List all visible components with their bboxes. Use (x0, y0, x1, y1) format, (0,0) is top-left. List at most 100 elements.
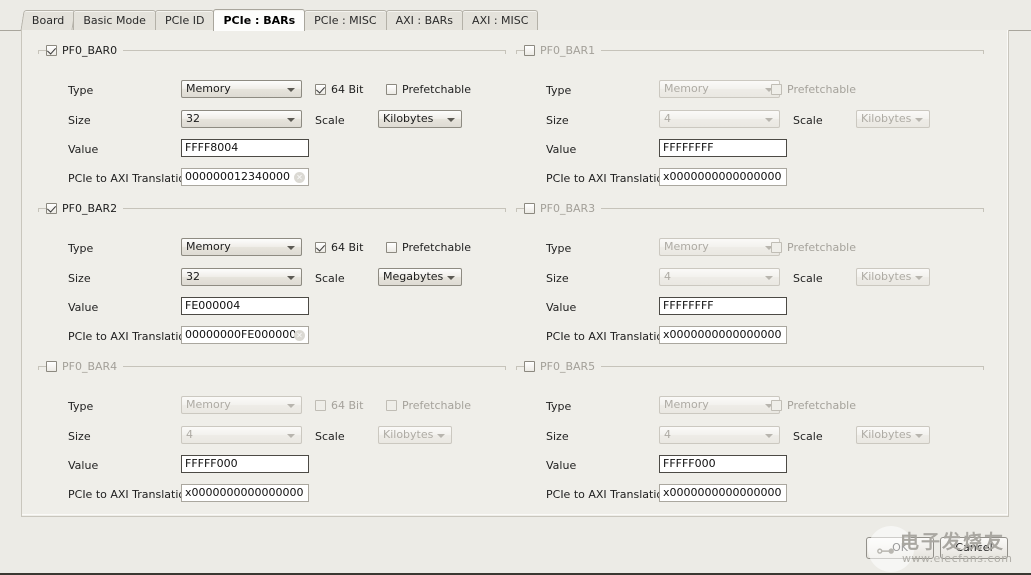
prefetchable-checkbox[interactable] (386, 84, 397, 95)
bit64-label: 64 Bit (331, 399, 364, 412)
bit64-checkbox[interactable] (315, 400, 326, 411)
scale-combobox[interactable]: Megabytes (378, 268, 462, 286)
type-combobox[interactable]: Memory (659, 80, 780, 98)
bar-enable-row[interactable]: PF0_BAR3 (524, 201, 602, 216)
size-combobox[interactable]: 4 (659, 268, 780, 286)
prefetchable-checkbox-row[interactable]: Prefetchable (771, 241, 856, 254)
bar-enable-checkbox[interactable] (524, 361, 535, 372)
bar-enable-row[interactable]: PF0_BAR5 (524, 359, 602, 374)
size-combobox[interactable]: 4 (659, 426, 780, 444)
bar-enable-checkbox[interactable] (46, 45, 57, 56)
bit64-checkbox[interactable] (315, 84, 326, 95)
chevron-down-icon (915, 434, 923, 438)
chevron-down-icon (287, 276, 295, 280)
value-input-text: FFFF8004 (185, 141, 239, 154)
bar-title-label: PF0_BAR0 (62, 44, 118, 57)
prefetchable-checkbox-row[interactable]: Prefetchable (771, 83, 856, 96)
bar-title-label: PF0_BAR4 (62, 360, 118, 373)
value-input[interactable]: FFFFF000 (181, 455, 309, 473)
type-combobox[interactable]: Memory (181, 238, 302, 256)
scale-combobox[interactable]: Kilobytes (378, 110, 462, 128)
tab-axi-bars[interactable]: AXI : BARs (385, 10, 464, 31)
bar-enable-checkbox[interactable] (524, 45, 535, 56)
translation-input[interactable]: 000000012340000 ✕ (181, 168, 309, 186)
prefetchable-checkbox-row[interactable]: Prefetchable (386, 83, 471, 96)
scale-combobox[interactable]: Kilobytes (856, 426, 930, 444)
prefetchable-label: Prefetchable (402, 241, 472, 254)
translation-label: PCIe to AXI Translation (546, 330, 671, 343)
value-label: Value (68, 459, 99, 472)
tab-basic-mode[interactable]: Basic Mode (73, 10, 156, 31)
size-label: Size (546, 114, 569, 127)
prefetchable-checkbox[interactable] (771, 400, 782, 411)
prefetchable-checkbox-row[interactable]: Prefetchable (386, 399, 471, 412)
tab-strip: Board Basic Mode PCIe ID PCIe : BARs PCI… (0, 0, 1031, 32)
group-border-tick-left (516, 208, 517, 212)
type-combobox-value: Memory (664, 82, 709, 95)
tab-board[interactable]: Board (20, 10, 77, 31)
size-combobox[interactable]: 32 (181, 110, 302, 128)
type-combobox[interactable]: Memory (659, 396, 780, 414)
prefetchable-checkbox-row[interactable]: Prefetchable (386, 241, 471, 254)
translation-input[interactable]: x0000000000000000 (659, 168, 787, 186)
translation-input[interactable]: x0000000000000000 (181, 484, 309, 502)
translation-input[interactable]: x0000000000000000 (659, 326, 787, 344)
clear-icon[interactable]: ✕ (294, 330, 305, 341)
prefetchable-checkbox[interactable] (771, 242, 782, 253)
bar-enable-row[interactable]: PF0_BAR4 (46, 359, 124, 374)
clear-icon[interactable]: ✕ (294, 172, 305, 183)
value-input[interactable]: FFFFFFFF (659, 139, 787, 157)
size-combobox[interactable]: 32 (181, 268, 302, 286)
value-input[interactable]: FFFFFFFF (659, 297, 787, 315)
type-label: Type (68, 84, 94, 97)
value-label: Value (68, 301, 99, 314)
cancel-button[interactable]: Cancel (940, 537, 1008, 559)
translation-input[interactable]: 00000000FE000000 ✕ (181, 326, 309, 344)
size-combobox[interactable]: 4 (181, 426, 302, 444)
bit64-checkbox-row[interactable]: 64 Bit (315, 241, 363, 254)
tab-pcie-misc[interactable]: PCIe : MISC (304, 10, 387, 31)
bar-enable-row[interactable]: PF0_BAR2 (46, 201, 124, 216)
type-combobox-value: Memory (186, 398, 231, 411)
scale-combobox[interactable]: Kilobytes (856, 110, 930, 128)
scale-combobox[interactable]: Kilobytes (856, 268, 930, 286)
bar-enable-row[interactable]: PF0_BAR0 (46, 43, 124, 58)
prefetchable-checkbox[interactable] (771, 84, 782, 95)
value-input[interactable]: FFFFF000 (659, 455, 787, 473)
type-combobox[interactable]: Memory (659, 238, 780, 256)
prefetchable-checkbox[interactable] (386, 242, 397, 253)
scale-label: Scale (315, 430, 345, 443)
translation-input[interactable]: x0000000000000000 (659, 484, 787, 502)
group-border-tick-right (505, 208, 506, 212)
bar-enable-row[interactable]: PF0_BAR1 (524, 43, 602, 58)
size-combobox[interactable]: 4 (659, 110, 780, 128)
value-label: Value (546, 459, 577, 472)
chevron-down-icon (765, 118, 773, 122)
tab-axi-misc[interactable]: AXI : MISC (462, 10, 539, 31)
scale-combobox[interactable]: Kilobytes (378, 426, 452, 444)
bit64-checkbox[interactable] (315, 242, 326, 253)
chevron-down-icon (287, 118, 295, 122)
type-combobox-value: Memory (186, 240, 231, 253)
translation-label: PCIe to AXI Translation (68, 172, 193, 185)
translation-input-text: 000000012340000 (185, 170, 290, 183)
bar-group-pf0_bar2: PF0_BAR2 Type Memory 64 Bit Prefetchable Size… (38, 200, 506, 344)
ok-button[interactable]: OK (866, 537, 934, 559)
prefetchable-checkbox[interactable] (386, 400, 397, 411)
chevron-down-icon (915, 118, 923, 122)
chevron-down-icon (437, 434, 445, 438)
prefetchable-checkbox-row[interactable]: Prefetchable (771, 399, 856, 412)
tab-pcie-id[interactable]: PCIe ID (154, 10, 215, 31)
bar-enable-checkbox[interactable] (46, 361, 57, 372)
value-input[interactable]: FFFF8004 (181, 139, 309, 157)
bar-enable-checkbox[interactable] (46, 203, 57, 214)
bar-enable-checkbox[interactable] (524, 203, 535, 214)
prefetchable-label: Prefetchable (402, 83, 472, 96)
tab-pcie-bars[interactable]: PCIe : BARs (213, 9, 306, 31)
pcie-bars-panel: PF0_BAR0 Type Memory 64 Bit Prefetchable Size… (21, 30, 1009, 517)
type-combobox[interactable]: Memory (181, 80, 302, 98)
value-input[interactable]: FE000004 (181, 297, 309, 315)
bit64-checkbox-row[interactable]: 64 Bit (315, 83, 363, 96)
bit64-checkbox-row[interactable]: 64 Bit (315, 399, 363, 412)
type-combobox[interactable]: Memory (181, 396, 302, 414)
